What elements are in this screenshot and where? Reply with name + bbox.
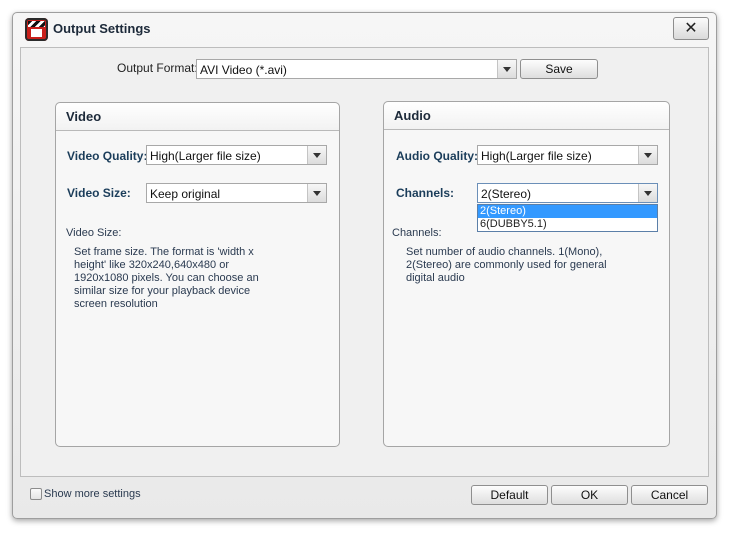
- video-quality-value: High(Larger file size): [150, 149, 261, 163]
- chevron-down-icon[interactable]: [307, 184, 326, 202]
- audio-quality-label: Audio Quality:: [396, 149, 478, 163]
- video-quality-select[interactable]: High(Larger file size): [146, 145, 327, 165]
- output-format-select[interactable]: AVI Video (*.avi): [196, 59, 517, 79]
- channels-label: Channels:: [396, 186, 455, 200]
- audio-help-text: Set number of audio channels. 1(Mono), 2…: [406, 246, 607, 284]
- show-more-checkbox[interactable]: [30, 488, 42, 500]
- video-panel-title: Video: [66, 109, 102, 124]
- video-size-select[interactable]: Keep original: [146, 183, 327, 203]
- video-quality-label: Video Quality:: [67, 149, 148, 163]
- channels-dropdown-list: 2(Stereo) 6(DUBBY5.1): [477, 204, 658, 232]
- channels-select[interactable]: 2(Stereo): [477, 183, 658, 203]
- window-title: Output Settings: [53, 21, 151, 36]
- audio-help-title: Channels:: [392, 227, 442, 239]
- output-format-label: Output Format:: [117, 61, 198, 75]
- audio-quality-select[interactable]: High(Larger file size): [477, 145, 658, 165]
- clapperboard-icon: [25, 18, 48, 41]
- video-size-value: Keep original: [150, 187, 221, 201]
- video-help-text: Set frame size. The format is 'width x h…: [74, 246, 259, 310]
- chevron-down-icon[interactable]: [638, 184, 657, 202]
- chevron-down-icon[interactable]: [497, 60, 516, 78]
- video-panel-header: Video: [56, 103, 339, 131]
- chevron-down-icon[interactable]: [638, 146, 657, 164]
- show-more-label[interactable]: Show more settings: [44, 488, 141, 500]
- channels-option-stereo[interactable]: 2(Stereo): [478, 205, 657, 218]
- video-help-title: Video Size:: [66, 227, 122, 239]
- audio-panel-title: Audio: [394, 108, 431, 123]
- close-icon: ✕: [684, 18, 698, 37]
- default-button[interactable]: Default: [471, 485, 548, 505]
- cancel-button[interactable]: Cancel: [631, 485, 708, 505]
- video-size-label: Video Size:: [67, 186, 131, 200]
- save-button[interactable]: Save: [520, 59, 598, 79]
- close-button[interactable]: ✕: [673, 17, 709, 40]
- audio-panel-header: Audio: [384, 102, 669, 130]
- channels-option-dubby[interactable]: 6(DUBBY5.1): [478, 218, 657, 231]
- output-format-value: AVI Video (*.avi): [200, 63, 287, 77]
- chevron-down-icon[interactable]: [307, 146, 326, 164]
- title-bar: Output Settings ✕: [13, 13, 716, 45]
- channels-value: 2(Stereo): [481, 187, 532, 201]
- ok-button[interactable]: OK: [551, 485, 628, 505]
- audio-quality-value: High(Larger file size): [481, 149, 592, 163]
